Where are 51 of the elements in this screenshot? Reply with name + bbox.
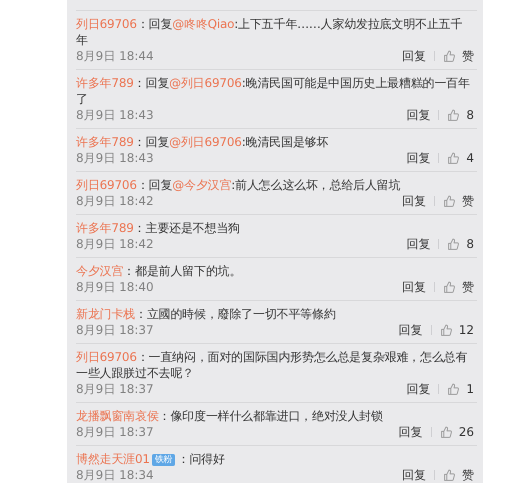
- thumbs-up-icon: [440, 426, 453, 438]
- reply-button[interactable]: 回复: [406, 107, 430, 123]
- thumbs-up-icon: [443, 280, 456, 294]
- thumbs-up-icon: [447, 152, 460, 164]
- like-button[interactable]: 赞: [443, 193, 474, 209]
- like-button[interactable]: 赞: [443, 48, 474, 64]
- reply-button[interactable]: 回复: [402, 279, 426, 295]
- thumbs-up-icon: [447, 238, 460, 250]
- thumbs-up-icon: [447, 108, 460, 122]
- comment-time: 8月9日 18:42: [76, 193, 154, 209]
- reply-button[interactable]: 回复: [402, 467, 426, 483]
- comment-text: 列日69706：一直纳闷，面对的国际国内形势怎么总是复杂艰难，怎么总有一些人跟朕过不去呢？: [76, 349, 468, 381]
- thumbs-up-icon: [443, 468, 456, 482]
- comment-text: 今夕汉宫：都是前人留下的坑。: [76, 263, 242, 279]
- like-button[interactable]: 8: [447, 107, 474, 123]
- comment-time: 8月9日 18:34: [76, 467, 154, 483]
- comment-text: 许多年789：主要还是不想当狗: [76, 220, 241, 236]
- comment-text: 许多年789：回复@列日69706:晚清民国是够坏: [76, 134, 330, 150]
- like-button[interactable]: 赞: [443, 279, 474, 295]
- thumbs-up-icon: [440, 324, 453, 336]
- like-button[interactable]: 赞: [443, 467, 474, 483]
- like-button[interactable]: 1: [447, 381, 474, 397]
- thumbs-up-icon: [443, 50, 456, 62]
- reply-button[interactable]: 回复: [402, 48, 426, 64]
- reply-button[interactable]: 回复: [402, 193, 426, 209]
- thumbs-up-icon: [443, 194, 456, 208]
- fan-badge: 铁粉: [152, 454, 176, 466]
- comment-text: 列日69706：回复@今夕汉宫:前人怎么这么坏，总给后人留坑: [76, 177, 402, 193]
- comment-time: 8月9日 18:37: [76, 424, 154, 440]
- comment-time: 8月9日 18:40: [76, 279, 154, 295]
- comment-time: 8月9日 18:44: [76, 48, 154, 64]
- comment-time: 8月9日 18:42: [76, 236, 154, 252]
- like-button[interactable]: 8: [447, 236, 474, 252]
- reply-button[interactable]: 回复: [406, 236, 430, 252]
- reply-button[interactable]: 回复: [406, 150, 430, 166]
- thumbs-up-icon: [447, 382, 460, 396]
- comment-time: 8月9日 18:37: [76, 322, 154, 338]
- like-button[interactable]: 26: [440, 424, 474, 440]
- like-button[interactable]: 12: [440, 322, 474, 338]
- comment-text: 列日69706：回复@咚咚Qiao:上下五千年……人家幼发拉底文明不止五千年: [76, 16, 464, 48]
- comment-time: 8月9日 18:43: [76, 150, 154, 166]
- comment-text: 龙播飘窗南哀侯：像印度一样什么都靠进口，绝对没人封锁: [76, 408, 384, 424]
- reply-button[interactable]: 回复: [398, 424, 423, 440]
- reply-button[interactable]: 回复: [398, 322, 423, 338]
- comment-text: 博然走天涯01 铁粉 ：问得好: [76, 451, 226, 467]
- like-button[interactable]: 4: [447, 150, 474, 166]
- comment-time: 8月9日 18:37: [76, 381, 154, 397]
- comment-text: 新龙门卡栈：立國的時候，廢除了一切不平等條約: [76, 306, 337, 322]
- reply-button[interactable]: 回复: [406, 381, 430, 397]
- comment-text: 许多年789：回复@列日69706:晚清民国可能是中国历史上最糟糕的一百年了: [76, 75, 471, 107]
- comment-time: 8月9日 18:43: [76, 107, 154, 123]
